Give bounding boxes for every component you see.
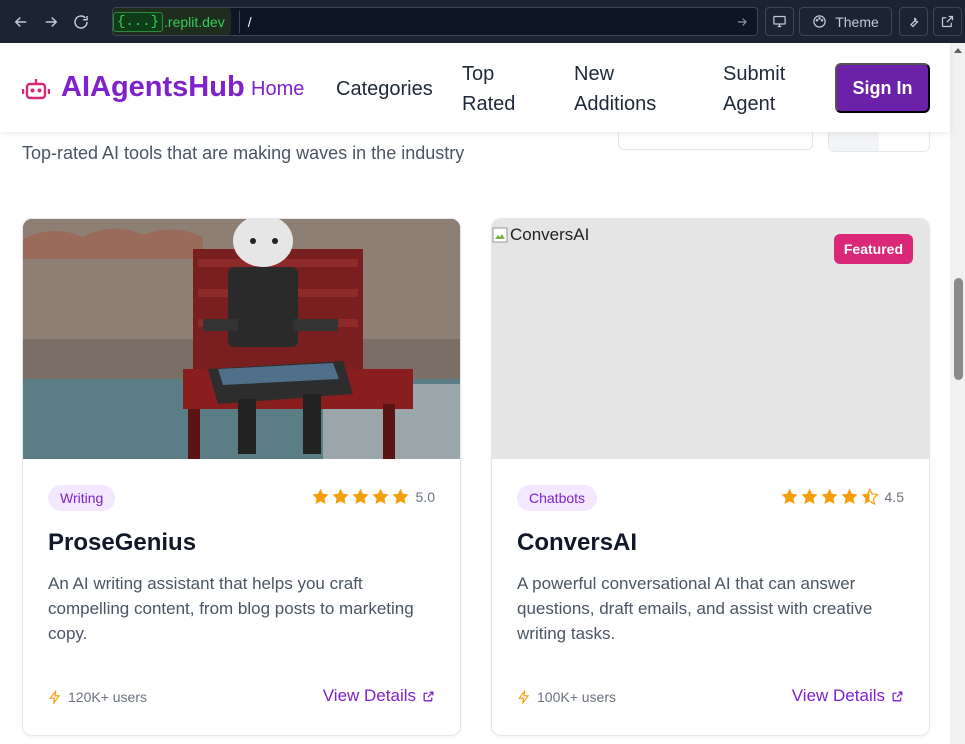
star-icon: [372, 488, 388, 505]
nav-home[interactable]: Home: [251, 74, 304, 104]
view-details-link[interactable]: View Details: [323, 686, 435, 706]
theme-label: Theme: [835, 13, 879, 30]
url-badge: {...}: [113, 11, 164, 32]
star-icon: [352, 488, 368, 505]
category-badge[interactable]: Chatbots: [517, 485, 598, 511]
nav-new-additions[interactable]: New Additions: [574, 59, 674, 119]
external-link-icon: [892, 691, 903, 701]
rating-value: 4.5: [884, 488, 904, 505]
arrow-right-icon[interactable]: [735, 15, 749, 29]
page-scrollbar[interactable]: [950, 43, 965, 744]
agent-card: ConversAI Featured Chatbots 4.5 ConversA…: [491, 218, 930, 736]
site-header: AIAgentsHub Home Categories Top Rated Ne…: [0, 43, 950, 132]
user-count: 120K+ users: [48, 689, 147, 705]
robot-icon: [22, 79, 50, 100]
palette-icon: [813, 15, 826, 28]
url-domain: .replit.dev: [164, 13, 225, 30]
nav-categories[interactable]: Categories: [336, 74, 433, 104]
agent-description: An AI writing assistant that helps you c…: [48, 574, 414, 643]
device-preview-icon[interactable]: [765, 7, 794, 36]
agent-description: A powerful conversational AI that can an…: [517, 574, 873, 643]
browser-toolbar: {...} .replit.dev / Theme: [0, 0, 965, 43]
star-icon: [392, 488, 408, 505]
agent-title[interactable]: ConversAI: [517, 529, 637, 557]
url-path[interactable]: /: [248, 14, 735, 30]
user-count-label: 120K+ users: [68, 689, 147, 705]
lightning-icon: [518, 690, 530, 704]
view-details-label: View Details: [791, 686, 885, 705]
nav-top-rated[interactable]: Top Rated: [462, 59, 532, 119]
url-bar[interactable]: {...} .replit.dev /: [112, 7, 758, 36]
site-logo[interactable]: AIAgentsHub: [61, 71, 245, 104]
url-host: {...} .replit.dev: [113, 8, 231, 35]
back-icon[interactable]: [6, 7, 36, 37]
category-badge[interactable]: Writing: [48, 485, 116, 511]
star-rating: 5.0: [310, 487, 435, 506]
star-rating: 4.5: [779, 487, 904, 506]
half-star-icon: [861, 488, 879, 506]
agent-image[interactable]: [23, 219, 460, 459]
external-link-icon: [423, 691, 434, 701]
view-details-label: View Details: [322, 686, 416, 705]
user-count-label: 100K+ users: [537, 689, 616, 705]
external-link-icon[interactable]: [933, 7, 962, 36]
view-details-link[interactable]: View Details: [792, 686, 904, 706]
wrench-icon[interactable]: [899, 7, 928, 36]
star-icon: [781, 488, 797, 505]
featured-badge: Featured: [833, 234, 913, 264]
image-alt-text: ConversAI: [510, 225, 590, 244]
nav-submit-agent[interactable]: Submit Agent: [723, 59, 823, 119]
theme-button[interactable]: Theme: [799, 7, 892, 36]
broken-image-icon: [492, 227, 508, 243]
agent-card: Writing 5.0 ProseGenius An AI writing as…: [22, 218, 461, 736]
broken-image: ConversAI: [492, 225, 589, 245]
agent-title[interactable]: ProseGenius: [48, 529, 196, 557]
section-subtitle: Top-rated AI tools that are making waves…: [22, 143, 465, 163]
star-icon: [332, 488, 348, 505]
forward-icon[interactable]: [36, 7, 66, 37]
star-icon: [841, 488, 857, 505]
star-icon: [801, 488, 817, 505]
scroll-thumb[interactable]: [954, 278, 963, 380]
url-divider: [238, 10, 240, 33]
star-icon: [312, 488, 328, 505]
agent-image[interactable]: ConversAI Featured: [492, 219, 929, 459]
star-icon: [821, 488, 837, 505]
reload-icon[interactable]: [66, 7, 96, 37]
scroll-up-arrow[interactable]: [954, 48, 962, 53]
sign-in-button[interactable]: Sign In: [835, 63, 930, 113]
robot-photo: [23, 219, 460, 459]
user-count: 100K+ users: [517, 689, 616, 705]
lightning-icon: [49, 690, 61, 704]
rating-value: 5.0: [415, 488, 435, 505]
